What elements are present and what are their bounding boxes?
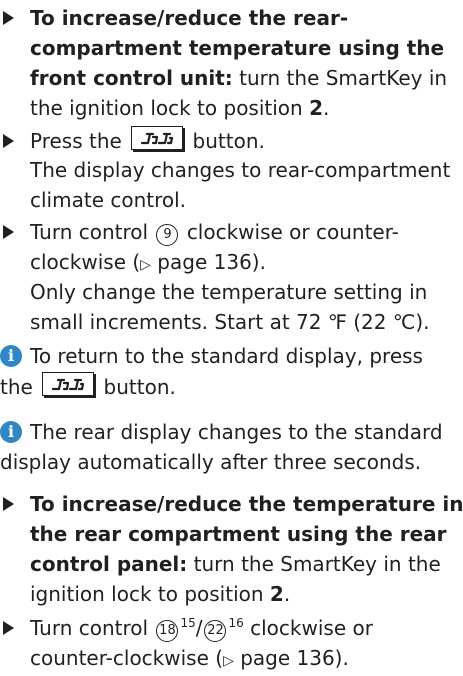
separator: / — [195, 616, 203, 640]
note-text-line: display automatically after three second… — [0, 450, 422, 474]
step-text-line: Only change the temperature setting in — [30, 280, 428, 304]
page-ref-arrow-icon: ▷ — [223, 653, 234, 669]
step-text: Press the — [30, 129, 122, 153]
note-text-line: the button. — [0, 372, 176, 400]
page-reference: page 136). — [233, 646, 349, 670]
ignition-position: 2 — [309, 96, 323, 120]
page-reference: page 136). — [150, 250, 266, 274]
step-text-line: Press the button. — [30, 126, 265, 154]
step-heading-line: compartment temperature using the — [30, 36, 445, 60]
step-text: counter-clockwise ( — [30, 646, 224, 670]
ignition-position: 2 — [269, 582, 284, 606]
step-text-line: counter-clockwise (▷ page 136). — [30, 644, 349, 672]
note-text-line: The rear display changes to the standard — [30, 420, 443, 444]
step-text: Turn control — [30, 220, 149, 244]
step-text: Turn control — [30, 616, 149, 640]
step-text: clockwise or — [250, 616, 373, 640]
step-text-line: small increments. Start at 72 ℉ (22 ℃). — [30, 310, 430, 334]
step-heading-bold: front control unit: — [30, 66, 233, 90]
step-text-line: clockwise (▷ page 136). — [30, 248, 266, 276]
step-text-line: control panel: turn the SmartKey in the — [30, 550, 441, 578]
step-text: turn the SmartKey in the — [187, 552, 441, 576]
step-text: clockwise ( — [30, 250, 141, 274]
triangle-bullet-icon — [3, 225, 14, 239]
step-text-line: Turn control 9 clockwise or counter- — [30, 218, 399, 246]
info-icon: i — [0, 421, 22, 443]
step-heading-line: To increase/reduce the temperature in — [30, 492, 463, 516]
step-heading-line: the rear compartment using the rear — [30, 522, 447, 546]
step-text: . — [323, 96, 330, 120]
footnote-marker: 15 — [180, 616, 196, 630]
triangle-bullet-icon — [3, 621, 14, 635]
step-heading-line: To increase/reduce the rear- — [30, 6, 349, 30]
triangle-bullet-icon — [3, 497, 14, 511]
step-text-line: Turn control 18 15/22 16 clockwise or — [30, 614, 373, 642]
note-text-line: To return to the standard display, press — [30, 344, 423, 368]
step-text: ignition lock to position — [30, 582, 270, 606]
step-text-line: The display changes to rear-compartment — [30, 158, 451, 182]
step-text: the ignition lock to position — [30, 96, 310, 120]
note-text: the — [0, 375, 33, 399]
note-text: button. — [103, 375, 176, 399]
step-heading-bold: control panel: — [30, 552, 188, 576]
triangle-bullet-icon — [3, 11, 14, 25]
info-icon: i — [0, 345, 22, 367]
control-number-badge: 9 — [156, 224, 179, 246]
step-text-line: ignition lock to position 2. — [30, 580, 290, 608]
footnote-marker: 16 — [228, 616, 244, 630]
rear-climate-key-icon — [42, 372, 95, 396]
step-text: clockwise or counter- — [186, 220, 399, 244]
step-text: turn the SmartKey in — [232, 66, 448, 90]
step-text-line: climate control. — [30, 188, 187, 212]
step-text: button. — [192, 129, 265, 153]
step-text-line: the ignition lock to position 2. — [30, 94, 329, 122]
step-text: . — [283, 582, 291, 606]
step-text-line: front control unit: turn the SmartKey in — [30, 64, 447, 92]
control-number-badge: 18 — [156, 620, 179, 642]
control-number-badge: 22 — [204, 620, 227, 642]
rear-climate-key-icon — [131, 126, 184, 150]
triangle-bullet-icon — [3, 134, 14, 148]
page-ref-arrow-icon: ▷ — [140, 257, 151, 273]
